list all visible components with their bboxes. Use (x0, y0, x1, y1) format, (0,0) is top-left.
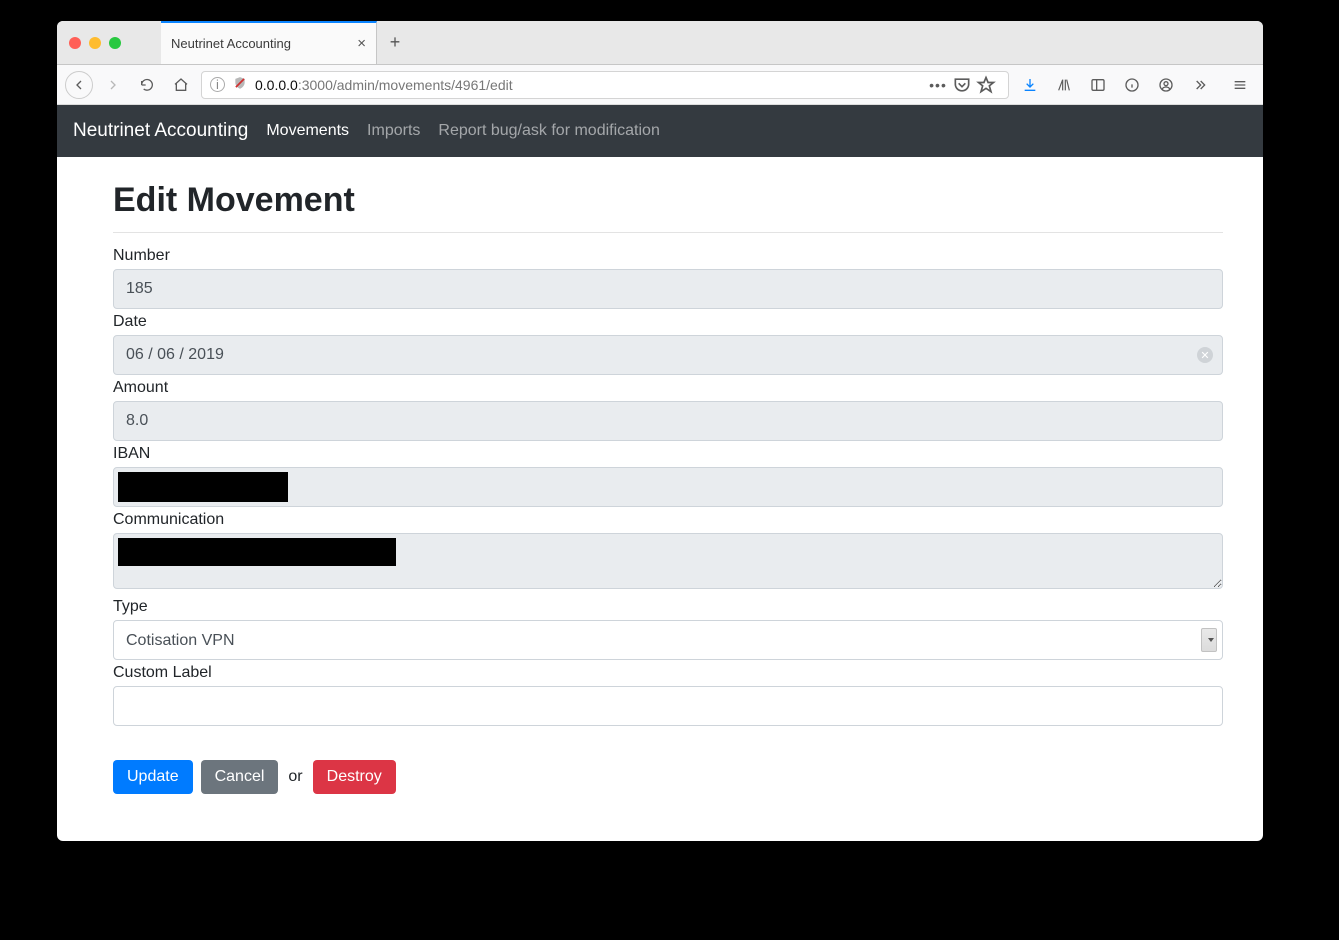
nav-forward-button[interactable] (99, 71, 127, 99)
arrow-left-icon (71, 77, 87, 93)
tab-close-icon[interactable]: × (351, 35, 366, 52)
nav-link-imports[interactable]: Imports (367, 122, 420, 140)
browser-window: Neutrinet Accounting × + i 0.0.0.0:3000/… (57, 21, 1263, 841)
account-button[interactable] (1151, 71, 1181, 99)
app-menu-button[interactable] (1225, 71, 1255, 99)
input-number[interactable] (113, 269, 1223, 309)
window-close-button[interactable] (69, 37, 81, 49)
library-icon (1056, 77, 1072, 93)
select-type[interactable]: Cotisation VPN (113, 620, 1223, 660)
window-zoom-button[interactable] (109, 37, 121, 49)
downloads-button[interactable] (1015, 71, 1045, 99)
window-titlebar: Neutrinet Accounting × + (57, 21, 1263, 65)
field-communication: Communication (113, 511, 1223, 594)
reload-button[interactable] (133, 71, 161, 99)
input-amount[interactable] (113, 401, 1223, 441)
title-separator (113, 232, 1223, 233)
chevron-double-right-icon (1192, 77, 1208, 93)
new-tab-button[interactable]: + (377, 21, 413, 64)
date-clear-icon[interactable]: ✕ (1197, 347, 1213, 363)
field-number: Number (113, 247, 1223, 309)
input-custom-label[interactable] (113, 686, 1223, 726)
cancel-button[interactable]: Cancel (201, 760, 279, 794)
field-amount: Amount (113, 379, 1223, 441)
browser-toolbar: i 0.0.0.0:3000/admin/movements/4961/edit… (57, 65, 1263, 105)
communication-redaction (118, 538, 396, 566)
or-text: or (286, 768, 304, 786)
circle-info-icon (1124, 77, 1140, 93)
label-custom-label: Custom Label (113, 664, 1223, 682)
sidebar-icon (1090, 77, 1106, 93)
bookmark-star-icon[interactable] (976, 75, 996, 95)
window-minimize-button[interactable] (89, 37, 101, 49)
update-button[interactable]: Update (113, 760, 193, 794)
nav-link-report-bug[interactable]: Report bug/ask for modification (438, 122, 659, 140)
url-path: :3000/admin/movements/4961/edit (298, 77, 513, 93)
label-number: Number (113, 247, 1223, 265)
page-title: Edit Movement (113, 181, 1223, 220)
reload-icon (139, 77, 155, 93)
address-bar-actions: ••• (928, 75, 1000, 95)
form-actions: Update Cancel or Destroy (113, 760, 1223, 794)
destroy-button[interactable]: Destroy (313, 760, 396, 794)
download-icon (1022, 77, 1038, 93)
page-actions-icon[interactable]: ••• (928, 75, 948, 95)
url-host: 0.0.0.0 (255, 77, 298, 93)
home-icon (173, 77, 189, 93)
field-custom-label: Custom Label (113, 664, 1223, 726)
navbar-brand[interactable]: Neutrinet Accounting (73, 120, 248, 142)
toolbar-right (1015, 71, 1255, 99)
browser-tab-active[interactable]: Neutrinet Accounting × (161, 21, 377, 64)
label-communication: Communication (113, 511, 1223, 529)
label-amount: Amount (113, 379, 1223, 397)
nav-back-button[interactable] (65, 71, 93, 99)
page-content: Edit Movement Number Date ✕ Amount IBAN (57, 157, 1263, 824)
browser-tab-label: Neutrinet Accounting (171, 36, 351, 51)
nav-link-movements[interactable]: Movements (266, 122, 349, 140)
overflow-button[interactable] (1185, 71, 1215, 99)
field-date: Date ✕ (113, 313, 1223, 375)
traffic-lights (57, 21, 161, 64)
label-iban: IBAN (113, 445, 1223, 463)
pocket-icon[interactable] (952, 75, 972, 95)
hamburger-icon (1232, 77, 1248, 93)
address-bar[interactable]: i 0.0.0.0:3000/admin/movements/4961/edit… (201, 71, 1009, 99)
app-navbar: Neutrinet Accounting Movements Imports R… (57, 105, 1263, 157)
tracking-shield-icon[interactable] (233, 76, 247, 93)
iban-redaction (118, 472, 288, 502)
account-icon (1158, 77, 1174, 93)
field-type: Type Cotisation VPN (113, 598, 1223, 660)
extension-a-button[interactable] (1117, 71, 1147, 99)
home-button[interactable] (167, 71, 195, 99)
label-date: Date (113, 313, 1223, 331)
input-date[interactable] (113, 335, 1223, 375)
sidebar-button[interactable] (1083, 71, 1113, 99)
library-button[interactable] (1049, 71, 1079, 99)
field-iban: IBAN (113, 445, 1223, 507)
site-info-icon[interactable]: i (210, 77, 225, 92)
url-text: 0.0.0.0:3000/admin/movements/4961/edit (255, 77, 920, 93)
arrow-right-icon (105, 77, 121, 93)
label-type: Type (113, 598, 1223, 616)
